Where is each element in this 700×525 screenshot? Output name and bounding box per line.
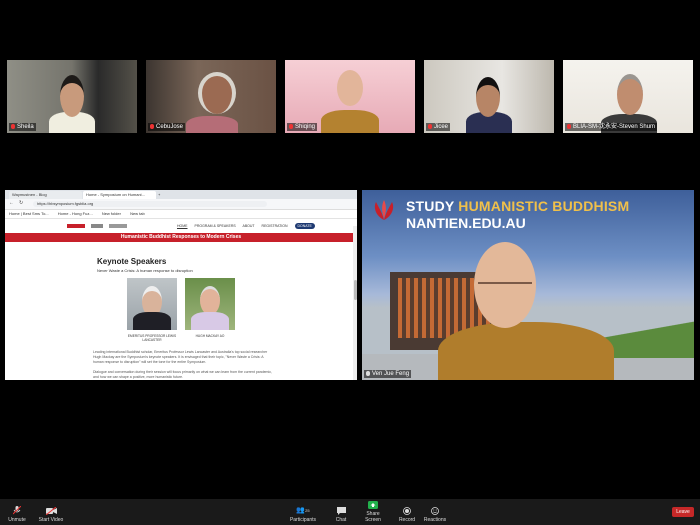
speaker-caption: EMERITUS PROFESSOR LEWIS LANCASTER [127, 334, 177, 342]
participant-tile-steven-shum[interactable]: BLIA-SM-沈永安-Steven Shum [563, 60, 693, 133]
nav-about[interactable]: ABOUT [243, 224, 255, 228]
nav-program-speakers[interactable]: PROGRAM & SPEAKERS [194, 224, 235, 228]
participant-name: Jicee [426, 123, 451, 131]
participants-icon: 👥25 [296, 507, 310, 514]
banner-line-2: NANTIEN.EDU.AU [406, 215, 526, 231]
keynote-subheading: Never Waste a Crisis: A human response t… [97, 268, 193, 273]
reactions-button[interactable]: Reactions [422, 507, 448, 523]
address-bar-row: ← ↻ https://hbsymposium.fgsblia.org [5, 199, 357, 210]
start-video-button[interactable]: Start Video [34, 507, 68, 523]
browser-tab-active[interactable]: Home - Symposium on Humani... [83, 191, 156, 199]
chat-button[interactable]: Chat [330, 507, 352, 523]
reactions-icon [431, 507, 439, 515]
share-screen-icon [368, 501, 378, 509]
person-head [198, 72, 236, 114]
meeting-toolbar: Unmute Start Video 👥25 Participants Chat… [0, 499, 700, 525]
bookmarks-bar: Home | Best Sms To... Home - Hong Fuz...… [5, 210, 357, 219]
participant-tile-shiqing[interactable]: Shiqing [285, 60, 415, 133]
body-paragraph: Leading international Buddhist scholar, … [93, 350, 268, 364]
participant-tile-jicee[interactable]: Jicee [424, 60, 554, 133]
participants-button[interactable]: 👥25 Participants [288, 506, 318, 523]
microphone-muted-icon [13, 506, 21, 515]
active-speaker-video[interactable]: STUDY HUMANISTIC BUDDHISM NANTIEN.EDU.AU… [362, 190, 694, 380]
person-head [60, 75, 84, 117]
person-body [186, 116, 238, 133]
mic-muted-icon [289, 123, 293, 129]
site-banner: Humanistic Buddhist Responses to Modern … [5, 233, 357, 242]
person-head [337, 70, 363, 106]
speaker-photo-mackay [185, 278, 235, 330]
nav-home[interactable]: HOME [177, 224, 188, 228]
person-body [321, 110, 379, 133]
person-head [617, 74, 643, 115]
refresh-icon[interactable]: ↻ [19, 200, 23, 206]
unmute-button[interactable]: Unmute [4, 506, 30, 523]
mic-icon [366, 370, 370, 376]
new-tab-icon[interactable]: + [155, 191, 164, 199]
speaker-photo-lancaster [127, 278, 177, 330]
glasses [478, 282, 532, 294]
scrollbar-thumb[interactable] [353, 280, 357, 300]
lotus-logo-icon [370, 198, 398, 224]
page-scrollbar[interactable] [353, 226, 357, 380]
banner-line-1: STUDY HUMANISTIC BUDDHISM [406, 198, 630, 214]
keynote-heading: Keynote Speakers [97, 257, 167, 266]
mic-muted-icon [428, 123, 432, 129]
browser-tab[interactable]: Waymustnen - Blog [9, 191, 82, 199]
nav-registration[interactable]: REGISTRATION [262, 224, 288, 228]
record-button[interactable]: Record [396, 507, 418, 523]
body-paragraph: Dialogue and conversation during their s… [93, 370, 272, 379]
url-field[interactable]: https://hbsymposium.fgsblia.org [33, 201, 267, 207]
chat-icon [336, 507, 346, 515]
donate-button[interactable]: DONATE [294, 223, 315, 229]
shared-screen-browser[interactable]: Waymustnen - Blog Home - Symposium on Hu… [5, 190, 357, 380]
speaker-name: Ven Jue Feng [364, 370, 412, 378]
participant-name: Shiqing [287, 123, 318, 131]
back-icon[interactable]: ← [9, 200, 14, 206]
share-screen-button[interactable]: Share Screen [358, 501, 388, 523]
bookmark-item[interactable]: Home - Hong Fuz... [58, 211, 93, 216]
browser-tab-bar: Waymustnen - Blog Home - Symposium on Hu… [5, 190, 357, 199]
participant-name: BLIA-SM-沈永安-Steven Shum [565, 123, 658, 131]
site-navigation: HOME PROGRAM & SPEAKERS ABOUT REGISTRATI… [5, 219, 357, 233]
mic-muted-icon [11, 123, 15, 129]
mic-muted-icon [567, 123, 571, 129]
video-camera-off-icon [45, 507, 57, 515]
person-head [476, 77, 500, 117]
bookmark-item[interactable]: New tab [130, 211, 145, 216]
participant-name: CebuJose [148, 123, 186, 131]
site-logos [67, 224, 127, 228]
participant-name: Sheila [9, 123, 36, 131]
speaker-caption: HUGH MACKAY AO [195, 334, 225, 338]
leave-button[interactable]: Leave [672, 507, 694, 517]
bookmark-item[interactable]: Home | Best Sms To... [9, 211, 49, 216]
record-icon [403, 507, 411, 515]
bookmark-item[interactable]: New folder [102, 211, 121, 216]
speaker-body [438, 322, 614, 380]
participant-tile-sheila[interactable]: Sheila [7, 60, 137, 133]
participant-tile-cebujose[interactable]: CebuJose [146, 60, 276, 133]
mic-muted-icon [150, 123, 154, 129]
